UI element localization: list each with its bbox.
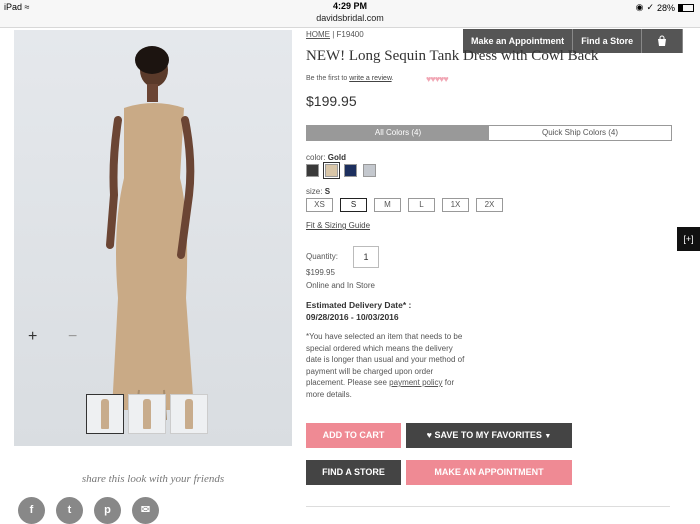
breadcrumb-product-id: F19400 bbox=[336, 30, 364, 39]
review-suffix: . bbox=[391, 75, 394, 82]
fit-sizing-guide-link[interactable]: Fit & Sizing Guide bbox=[306, 221, 370, 230]
email-icon[interactable]: ✉ bbox=[132, 497, 159, 524]
make-appointment-button[interactable]: MAKE AN APPOINTMENT bbox=[406, 460, 572, 485]
tab-all-colors[interactable]: All Colors (4) bbox=[307, 126, 489, 140]
product-price: $199.95 bbox=[306, 93, 357, 109]
product-image[interactable]: + − bbox=[14, 30, 292, 446]
rating-hearts: ♥♥♥♥♥ bbox=[426, 74, 449, 84]
breadcrumb-home[interactable]: HOME bbox=[306, 30, 330, 39]
zoom-in-icon[interactable]: + bbox=[28, 328, 37, 346]
breadcrumb-separator: | bbox=[332, 30, 335, 39]
size-label-text: size: bbox=[306, 187, 323, 196]
facebook-icon[interactable]: f bbox=[18, 497, 45, 524]
find-store-button[interactable]: FIND A STORE bbox=[306, 460, 401, 485]
thumbnail-3[interactable] bbox=[170, 394, 208, 434]
size-s[interactable]: S bbox=[340, 198, 367, 212]
size-2x[interactable]: 2X bbox=[476, 198, 503, 212]
swatch-silver[interactable] bbox=[363, 164, 376, 177]
quantity-input[interactable]: 1 bbox=[353, 246, 379, 268]
model-photo bbox=[106, 46, 195, 421]
clock: 4:29 PM bbox=[332, 1, 367, 11]
size-options: XS S M L 1X 2X bbox=[306, 198, 503, 212]
special-order-note: *You have selected an item that needs to… bbox=[306, 331, 466, 400]
unit-price: $199.95 bbox=[306, 268, 335, 277]
divider bbox=[306, 506, 670, 507]
lock-rotation-icon: ◉ bbox=[635, 2, 644, 12]
share-text: share this look with your friends bbox=[81, 473, 225, 485]
expand-side-tab[interactable]: [+] bbox=[677, 227, 700, 251]
save-to-favorites-button[interactable]: ♥ SAVE TO MY FAVORITES ▼ bbox=[406, 423, 572, 448]
ios-status-bar: iPad ≈ 4:29 PM davidsbridal.com ◉ ✓ 28% bbox=[0, 0, 700, 28]
quantity-label: Quantity: bbox=[306, 252, 339, 261]
size-xs[interactable]: XS bbox=[306, 198, 333, 212]
review-prompt: Be the first to write a review. bbox=[306, 75, 394, 82]
battery-icon bbox=[678, 3, 694, 12]
color-value: Gold bbox=[327, 153, 347, 162]
thumbnail-strip bbox=[86, 394, 208, 434]
color-swatches bbox=[306, 162, 376, 179]
product-title: NEW! Long Sequin Tank Dress with Cowl Ba… bbox=[306, 48, 599, 64]
size-label: size: S bbox=[306, 187, 330, 196]
payment-policy-link[interactable]: payment policy bbox=[389, 378, 442, 387]
availability: Online and In Store bbox=[306, 281, 375, 290]
delivery-label: Estimated Delivery Date* : bbox=[306, 300, 412, 310]
color-tabs: All Colors (4) Quick Ship Colors (4) bbox=[306, 125, 672, 141]
delivery-range: 09/28/2016 - 10/03/2016 bbox=[306, 312, 399, 322]
battery-percent: 28% bbox=[656, 2, 675, 13]
status-right: ◉ ✓ 28% bbox=[636, 2, 694, 13]
caret-down-icon: ▼ bbox=[544, 433, 552, 440]
size-l[interactable]: L bbox=[408, 198, 435, 212]
bluetooth-icon: ✓ bbox=[646, 2, 654, 12]
add-to-cart-button[interactable]: ADD TO CART bbox=[306, 423, 401, 448]
zoom-out-icon[interactable]: − bbox=[68, 328, 77, 346]
thumbnail-2[interactable] bbox=[128, 394, 166, 434]
social-share-icons: f t p ✉ bbox=[18, 497, 159, 524]
size-1x[interactable]: 1X bbox=[442, 198, 469, 212]
swatch-black[interactable] bbox=[306, 164, 319, 177]
address-bar-url[interactable]: davidsbridal.com bbox=[0, 13, 700, 23]
size-m[interactable]: M bbox=[374, 198, 401, 212]
shopping-bag-icon[interactable] bbox=[642, 29, 684, 53]
write-review-link[interactable]: write a review bbox=[349, 75, 391, 82]
color-label-text: color: bbox=[306, 153, 326, 162]
thumbnail-1[interactable] bbox=[86, 394, 124, 434]
twitter-icon[interactable]: t bbox=[56, 497, 83, 524]
heart-icon: ♥ bbox=[426, 430, 432, 440]
swatch-gold[interactable] bbox=[323, 162, 340, 179]
tab-quick-ship[interactable]: Quick Ship Colors (4) bbox=[489, 126, 671, 140]
save-favorites-label: SAVE TO MY FAVORITES bbox=[434, 430, 542, 440]
pinterest-icon[interactable]: p bbox=[94, 497, 121, 524]
swatch-navy[interactable] bbox=[344, 164, 357, 177]
color-label: color: Gold bbox=[306, 153, 346, 162]
review-prefix: Be the first to bbox=[306, 75, 348, 82]
size-value: S bbox=[324, 187, 331, 196]
breadcrumb: HOME | F19400 bbox=[306, 30, 364, 39]
delivery-estimate: Estimated Delivery Date* : 09/28/2016 - … bbox=[306, 299, 411, 323]
